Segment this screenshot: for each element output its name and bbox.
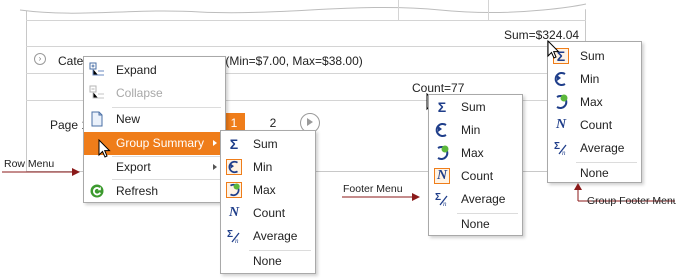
sum-icon: Σ	[437, 99, 447, 115]
menu-item-label: Expand	[116, 63, 157, 77]
torn-edge	[0, 0, 676, 14]
average-icon: Σ n	[227, 229, 240, 244]
summary-item-sum[interactable]: Σ Sum	[548, 45, 641, 68]
summary-item-label: Min	[253, 160, 273, 174]
grid-row-line	[26, 46, 586, 47]
menu-item-export[interactable]: Export	[84, 156, 225, 179]
max-icon	[556, 94, 568, 109]
summary-item-min[interactable]: Min	[548, 68, 641, 91]
refresh-icon	[90, 184, 104, 198]
group-footer-context-menu: Σ Sum Min Max N Count Σ n Average None	[547, 41, 642, 183]
group-footer-sum[interactable]: Sum=$324.04	[504, 28, 579, 42]
summary-item-count[interactable]: N Count	[548, 114, 641, 137]
summary-item-label: Min	[461, 123, 481, 137]
svg-text:Σ: Σ	[435, 192, 441, 203]
row-context-menu: Expand Collapse New Group Summary Export…	[83, 56, 226, 203]
group-footer-menu-caption: Group Footer Menu	[587, 195, 676, 207]
mouse-cursor-icon	[547, 40, 560, 59]
summary-item-label: Max	[580, 95, 603, 109]
row-menu-caption: Row Menu	[4, 158, 55, 170]
expand-icon	[89, 62, 104, 76]
count-icon: N	[434, 168, 450, 184]
menu-item-label: Collapse	[116, 86, 163, 100]
svg-text:n: n	[443, 200, 447, 207]
max-icon	[437, 145, 449, 160]
summary-item-label: Max	[253, 183, 276, 197]
summary-item-count[interactable]: N Count	[221, 202, 315, 225]
summary-item-none[interactable]: None	[221, 250, 315, 273]
summary-item-label: Sum	[461, 100, 486, 114]
summary-item-sum[interactable]: Σ Sum	[221, 133, 315, 156]
count-icon: N	[228, 205, 240, 220]
menu-item-refresh[interactable]: Refresh	[84, 180, 225, 203]
group-row-summary: s (Min=$7.00, Max=$38.00)	[216, 54, 363, 68]
menu-item-label: Refresh	[116, 184, 159, 198]
grid-col-line	[488, 0, 489, 20]
summary-item-label: Count	[461, 169, 494, 183]
summary-item-none[interactable]: None	[548, 162, 641, 185]
average-icon: Σ n	[435, 192, 448, 207]
summary-item-max[interactable]: Max	[429, 142, 522, 165]
menu-item-expand[interactable]: Expand	[84, 59, 225, 82]
menu-item-new[interactable]: New	[84, 108, 225, 131]
submenu-arrow-icon	[213, 164, 217, 170]
summary-item-none[interactable]: None	[429, 213, 522, 236]
summary-item-label: Max	[461, 146, 484, 160]
summary-item-label: Sum	[580, 49, 605, 63]
row-summary-submenu: Σ Sum Min Max N Count Σ n Average None	[220, 130, 316, 274]
grid-row-line	[26, 20, 586, 21]
grid-col-line	[398, 0, 399, 20]
footer-context-menu: Σ Sum Min Max N Count Σ n Average None	[428, 94, 523, 236]
min-icon	[226, 159, 242, 175]
summary-item-average[interactable]: Σ n Average	[221, 225, 315, 248]
group-expand-button[interactable]: ›	[34, 53, 46, 65]
menu-item-label: Export	[116, 160, 151, 174]
summary-item-label: None	[461, 217, 490, 231]
summary-item-label: Average	[580, 141, 625, 155]
svg-text:Σ: Σ	[227, 229, 233, 240]
summary-item-label: Min	[580, 72, 600, 86]
sum-icon: Σ	[229, 136, 239, 152]
group-row-prefix: Cate	[58, 54, 84, 68]
summary-item-label: Count	[580, 118, 613, 132]
summary-item-average[interactable]: Σ n Average	[429, 188, 522, 211]
min-icon	[435, 123, 447, 137]
summary-item-label: Average	[253, 229, 298, 243]
svg-text:n: n	[562, 149, 566, 156]
mouse-cursor-icon	[98, 139, 111, 158]
summary-item-label: Sum	[253, 137, 278, 151]
menu-item-collapse[interactable]: Collapse	[84, 82, 225, 105]
menu-item-label: New	[116, 112, 141, 126]
summary-item-max[interactable]: Max	[221, 179, 315, 202]
submenu-arrow-icon	[213, 140, 217, 146]
summary-item-average[interactable]: Σ n Average	[548, 137, 641, 160]
summary-item-label: None	[580, 166, 609, 180]
average-icon: Σ n	[554, 141, 567, 156]
max-icon	[226, 182, 242, 198]
summary-item-sum[interactable]: Σ Sum	[429, 96, 522, 119]
summary-item-max[interactable]: Max	[548, 91, 641, 114]
summary-item-label: None	[253, 254, 282, 268]
min-icon	[554, 72, 566, 86]
summary-item-min[interactable]: Min	[221, 156, 315, 179]
summary-item-count[interactable]: N Count	[429, 165, 522, 188]
summary-item-min[interactable]: Min	[429, 119, 522, 142]
collapse-icon	[89, 85, 104, 99]
menu-item-label: Group Summary	[116, 136, 205, 150]
svg-text:Σ: Σ	[554, 141, 560, 152]
summary-item-label: Count	[253, 206, 286, 220]
new-icon	[91, 111, 103, 127]
footer-menu-caption: Footer Menu	[343, 183, 403, 195]
svg-text:n: n	[235, 237, 239, 244]
count-icon: N	[555, 117, 567, 132]
summary-item-label: Average	[461, 192, 506, 206]
